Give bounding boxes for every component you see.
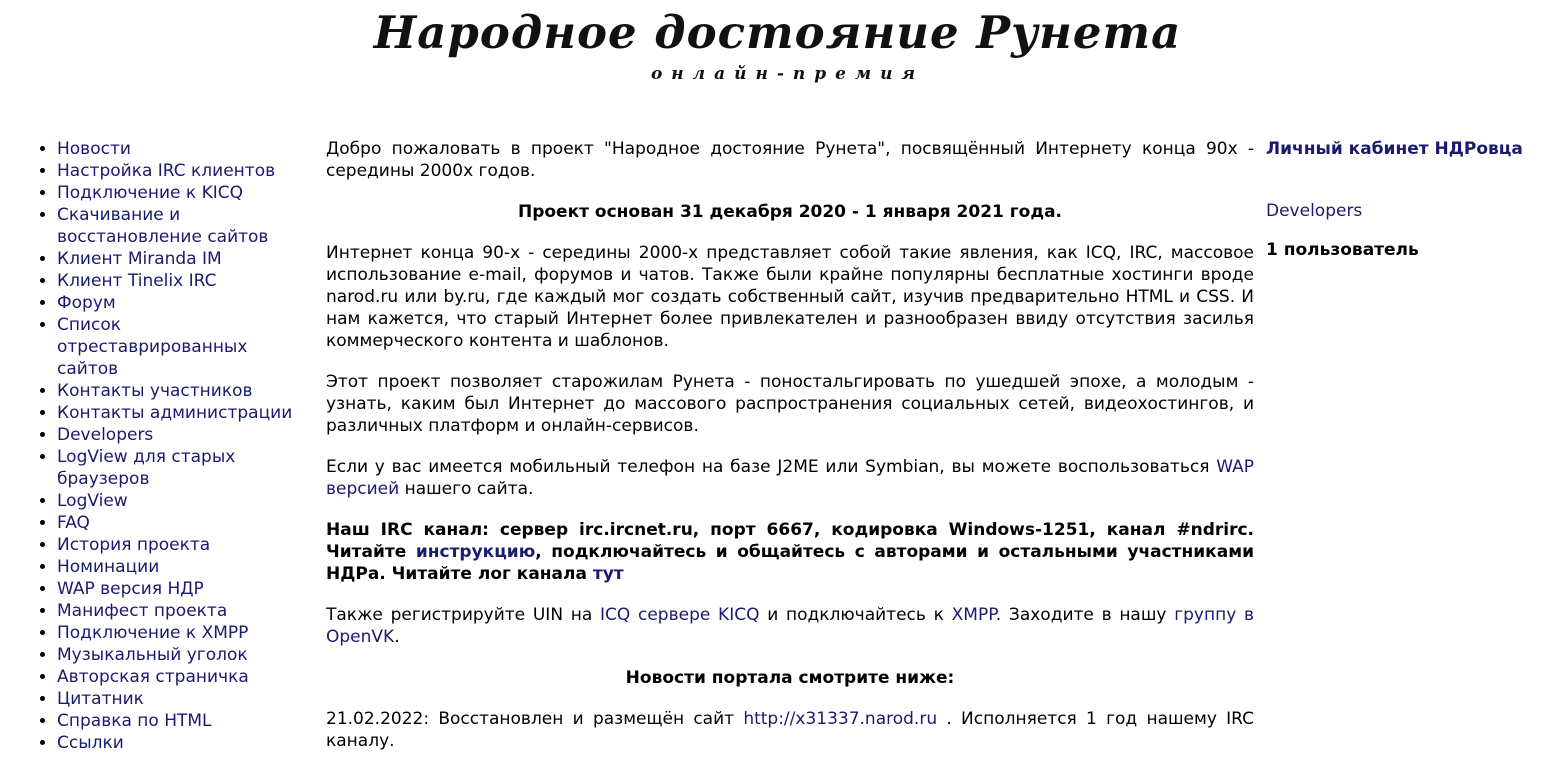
sidebar-link-kicq[interactable]: Подключение к KICQ <box>57 183 243 203</box>
sidebar-link-links[interactable]: Ссылки <box>57 733 124 753</box>
sidebar-link-irc-setup[interactable]: Настройка IRC клиентов <box>57 161 275 181</box>
sidebar-item-music: Музыкальный уголок <box>57 644 304 666</box>
sidebar-link-logview[interactable]: LogView <box>57 491 128 511</box>
sidebar-link-quotes[interactable]: Цитатник <box>57 689 144 709</box>
sidebar-link-tinelix[interactable]: Клиент Tinelix IRC <box>57 271 216 291</box>
sidebar-link-manifest[interactable]: Манифест проекта <box>57 601 227 621</box>
sidebar-link-xmpp[interactable]: Подключение к XMPP <box>57 623 248 643</box>
register-paragraph: Также регистрируйте UIN на ICQ сервере K… <box>326 604 1254 648</box>
sidebar-link-forum[interactable]: Форум <box>57 293 116 313</box>
sidebar-item-html-help: Справка по HTML <box>57 710 304 732</box>
irc-paragraph: Наш IRC канал: сервер irc.ircnet.ru, пор… <box>326 519 1254 585</box>
sidebar-item-links: Ссылки <box>57 732 304 754</box>
sidebar-link-restored-sites[interactable]: Список отреставрированных сайтов <box>57 315 247 379</box>
founded-text: Проект основан 31 декабря 2020 - 1 январ… <box>517 202 1062 222</box>
register-text-4: . <box>394 627 400 647</box>
sidebar-item-faq: FAQ <box>57 512 304 534</box>
personal-cabinet-link[interactable]: Личный кабинет НДРовца <box>1266 138 1546 160</box>
kicq-server-link[interactable]: ICQ сервере KICQ <box>600 605 759 625</box>
sidebar-link-admin-contacts[interactable]: Контакты администрации <box>57 403 292 423</box>
sidebar-item-tinelix: Клиент Tinelix IRC <box>57 270 304 292</box>
main-content: Добро пожаловать в проект "Народное дост… <box>326 138 1254 771</box>
news-item: 21.02.2022: Восстановлен и размещён сайт… <box>326 708 1254 752</box>
mobile-text-before: Если у вас имеется мобильный телефон на … <box>326 457 1217 477</box>
developers-link[interactable]: Developers <box>1266 200 1546 222</box>
sidebar-item-history: История проекта <box>57 534 304 556</box>
site-logo-subtitle: онлайн-премия <box>650 64 925 84</box>
site-logo-title: Народное достояние Рунета <box>373 6 1182 59</box>
sidebar-item-developers: Developers <box>57 424 304 446</box>
register-text-3: . Заходите в нашу <box>995 605 1175 625</box>
sidebar-item-admin-contacts: Контакты администрации <box>57 402 304 424</box>
sidebar-item-logview-old: LogView для старых браузеров <box>57 446 304 490</box>
welcome-text: Добро пожаловать в проект "Народное дост… <box>326 139 1254 181</box>
sidebar-link-news[interactable]: Новости <box>57 139 131 159</box>
sidebar-item-kicq: Подключение к KICQ <box>57 182 304 204</box>
register-text-2: и подключайтесь к <box>759 605 952 625</box>
right-column: Личный кабинет НДРовца Developers 1 поль… <box>1266 138 1546 261</box>
purpose-text: Этот проект позволяет старожилам Рунета … <box>326 372 1254 436</box>
sidebar-link-logview-old[interactable]: LogView для старых браузеров <box>57 447 235 489</box>
sidebar-link-member-contacts[interactable]: Контакты участников <box>57 381 253 401</box>
sidebar-link-faq[interactable]: FAQ <box>57 513 90 533</box>
sidebar-link-history[interactable]: История проекта <box>57 535 210 555</box>
sidebar-item-manifest: Манифест проекта <box>57 600 304 622</box>
register-text-1: Также регистрируйте UIN на <box>326 605 601 625</box>
mobile-paragraph: Если у вас имеется мобильный телефон на … <box>326 456 1254 500</box>
mobile-text-after: нашего сайта. <box>399 479 534 499</box>
irc-log-link[interactable]: тут <box>593 564 624 584</box>
sidebar-link-author-page[interactable]: Авторская страничка <box>57 667 249 687</box>
sidebar-item-member-contacts: Контакты участников <box>57 380 304 402</box>
sidebar-item-wap: WAP версия НДР <box>57 578 304 600</box>
sidebar-item-news: Новости <box>57 138 304 160</box>
news-heading: Новости портала смотрите ниже: <box>625 668 955 688</box>
sidebar-item-irc-setup: Настройка IRC клиентов <box>57 160 304 182</box>
sidebar-item-logview: LogView <box>57 490 304 512</box>
sidebar-list: Новости Настройка IRC клиентов Подключен… <box>14 138 304 754</box>
sidebar-item-restored-sites: Список отреставрированных сайтов <box>57 314 304 380</box>
site-header: Народное достояние Рунета онлайн-премия <box>0 0 1555 110</box>
sidebar-item-quotes: Цитатник <box>57 688 304 710</box>
sidebar-link-miranda[interactable]: Клиент Miranda IM <box>57 249 222 269</box>
sidebar-link-music[interactable]: Музыкальный уголок <box>57 645 248 665</box>
news-text-1: 21.02.2022: Восстановлен и размещён сайт <box>326 709 744 729</box>
sidebar-item-miranda: Клиент Miranda IM <box>57 248 304 270</box>
about-text: Интернет конца 90-х - середины 2000-х пр… <box>326 243 1254 351</box>
online-users-count: 1 пользователь <box>1266 240 1419 260</box>
sidebar-item-nominations: Номинации <box>57 556 304 578</box>
sidebar-nav: Новости Настройка IRC клиентов Подключен… <box>14 138 304 754</box>
sidebar-link-developers[interactable]: Developers <box>57 425 153 445</box>
sidebar-item-author-page: Авторская страничка <box>57 666 304 688</box>
sidebar-item-xmpp: Подключение к XMPP <box>57 622 304 644</box>
sidebar-link-html-help[interactable]: Справка по HTML <box>57 711 212 731</box>
sidebar-item-site-download: Скачивание и восстановление сайтов <box>57 204 304 248</box>
news-site-link[interactable]: http://x31337.narod.ru <box>743 709 937 729</box>
sidebar-link-wap[interactable]: WAP версия НДР <box>57 579 204 599</box>
sidebar-link-site-download[interactable]: Скачивание и восстановление сайтов <box>57 205 268 247</box>
sidebar-item-forum: Форум <box>57 292 304 314</box>
sidebar-link-nominations[interactable]: Номинации <box>57 557 159 577</box>
xmpp-link[interactable]: XMPP <box>952 605 996 625</box>
irc-instruction-link[interactable]: инструкцию <box>416 542 535 562</box>
